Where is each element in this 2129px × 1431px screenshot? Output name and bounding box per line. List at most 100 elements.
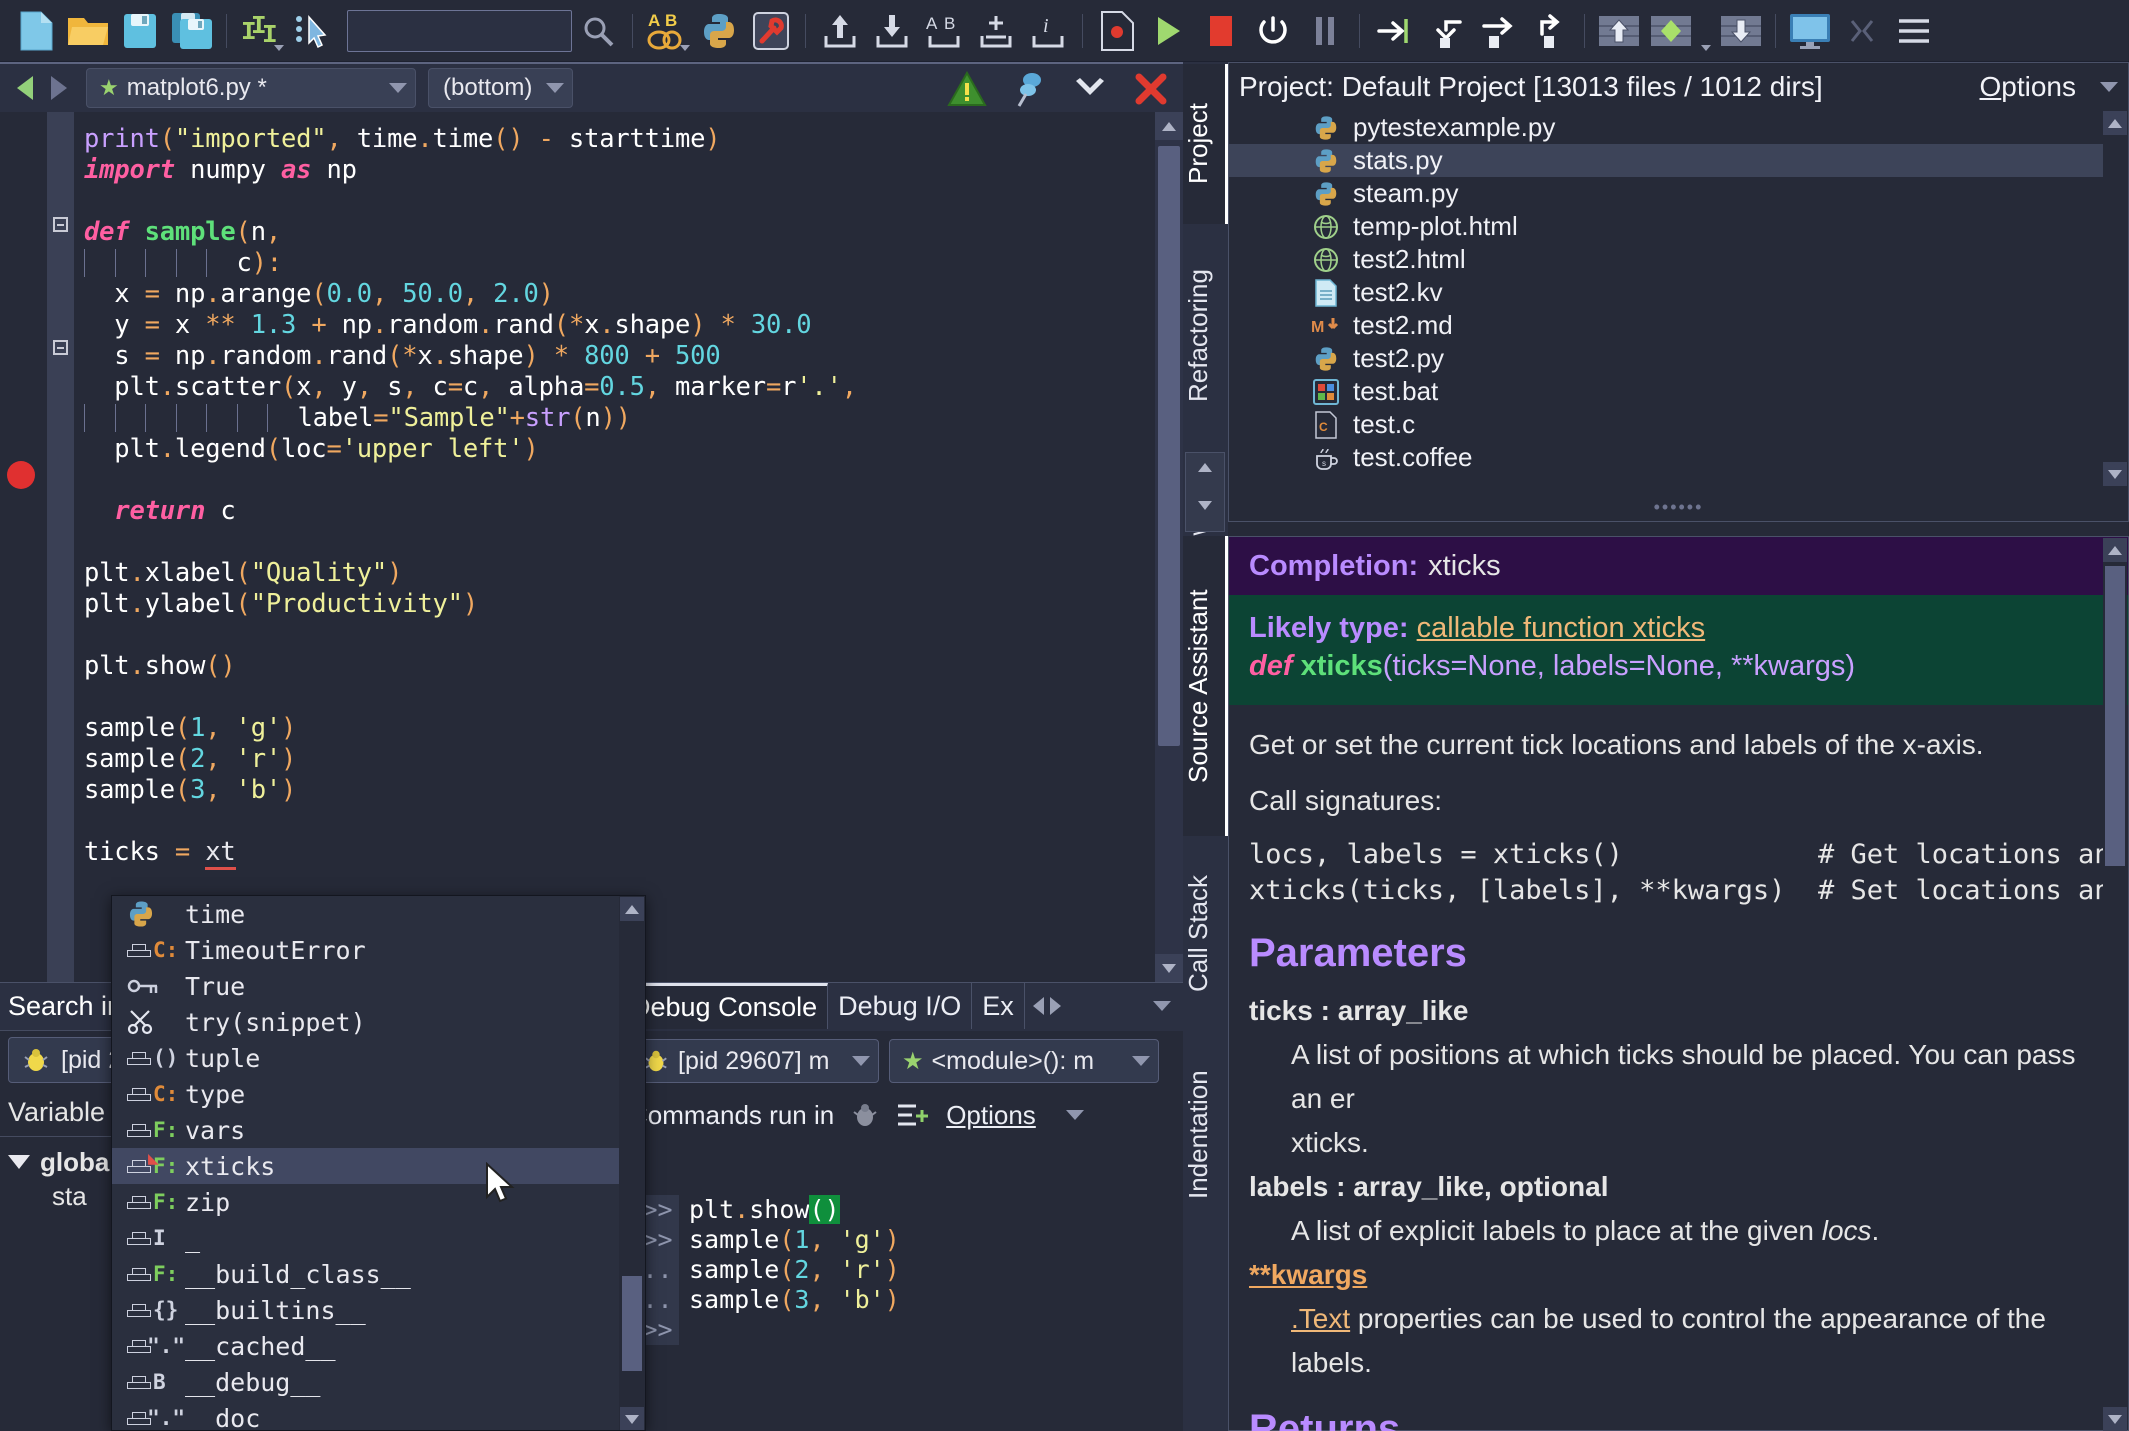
pin-icon[interactable] — [1013, 70, 1047, 108]
vtab-scroll-down-icon[interactable] — [1198, 501, 1212, 510]
add-tool-icon[interactable] — [970, 5, 1022, 57]
import-icon[interactable] — [866, 5, 918, 57]
autocomplete-item[interactable]: ◣ F: xticks — [112, 1148, 645, 1184]
breakpoint-marker[interactable] — [7, 461, 35, 489]
project-scrollbar[interactable] — [2103, 111, 2127, 486]
prev-tab-button[interactable] — [8, 71, 42, 105]
sa-scroll-down[interactable] — [2103, 1407, 2127, 1431]
fold-marker-def[interactable] — [53, 217, 68, 232]
autocomplete-list[interactable]: time C: TimeoutError True try(snippet)() tupl… — [112, 896, 645, 1430]
open-folder-icon[interactable] — [62, 5, 114, 57]
find-replace-icon[interactable]: AB — [641, 5, 693, 57]
pause-icon[interactable] — [1299, 5, 1351, 57]
autocomplete-scroll-down[interactable] — [620, 1407, 644, 1430]
stack-down-icon[interactable] — [1715, 5, 1767, 57]
autocomplete-item[interactable]: I _ — [112, 1220, 645, 1256]
tab-next-icon[interactable] — [1049, 997, 1061, 1015]
python-icon[interactable] — [693, 5, 745, 57]
editor-tab-matplot6[interactable]: ★ matplot6.py * — [86, 68, 416, 108]
autocomplete-item[interactable]: F: zip — [112, 1184, 645, 1220]
chevron-down-icon[interactable] — [1132, 1056, 1150, 1066]
goto-definition-icon[interactable] — [287, 5, 339, 57]
debug-options-label[interactable]: Options — [946, 1100, 1036, 1131]
fold-marker-scatter[interactable] — [53, 340, 68, 355]
autocomplete-item[interactable]: try(snippet) — [112, 1004, 645, 1040]
chevron-down-icon[interactable] — [2100, 82, 2118, 92]
project-scroll-up[interactable] — [2103, 111, 2127, 135]
close-icon[interactable] — [1133, 71, 1169, 107]
save-all-icon[interactable] — [166, 5, 218, 57]
chevron-down-icon[interactable] — [1065, 1110, 1084, 1120]
debug-tab-ex[interactable]: Ex — [972, 983, 1025, 1029]
project-options-label[interactable]: Options — [1980, 71, 2077, 103]
debug-bug-icon[interactable] — [850, 1100, 880, 1130]
stop-icon[interactable] — [1195, 5, 1247, 57]
debug-frame-combo[interactable]: ★ <module>(): m — [889, 1039, 1159, 1083]
console-output[interactable]: >>> plt.show() >>> sample(1, 'g')... sample(… — [621, 1195, 1184, 1431]
text-tool-icon[interactable]: AB — [918, 5, 970, 57]
panel-resize-grip[interactable]: •••••• — [1654, 497, 1704, 518]
project-file-row[interactable]: Mtest2.md — [1229, 309, 2104, 342]
chevron-down-icon-2[interactable] — [680, 44, 690, 51]
editor-gutter[interactable] — [0, 112, 47, 982]
restart-icon[interactable] — [1247, 5, 1299, 57]
chevron-down-icon[interactable] — [852, 1056, 870, 1066]
scroll-down-arrow[interactable] — [1155, 954, 1183, 982]
autocomplete-item[interactable]: time — [112, 896, 645, 932]
vtab-scroll-up-icon[interactable] — [1198, 463, 1212, 472]
autocomplete-popup[interactable]: time C: TimeoutError True try(snippet)() tupl… — [111, 895, 646, 1431]
project-scroll-down[interactable] — [2103, 462, 2127, 486]
warning-icon[interactable] — [947, 71, 987, 107]
menu-icon[interactable] — [1888, 5, 1940, 57]
display-icon[interactable] — [1784, 5, 1836, 57]
chevron-down-icon[interactable] — [1073, 77, 1107, 101]
info-tool-icon[interactable]: i — [1022, 5, 1074, 57]
chevron-down-icon-3[interactable] — [1701, 44, 1711, 51]
vtab-scroll-controls[interactable] — [1185, 452, 1225, 532]
project-options[interactable]: Options — [1980, 71, 2118, 103]
step-return-icon[interactable] — [1524, 5, 1576, 57]
autocomplete-item[interactable]: C: type — [112, 1076, 645, 1112]
search-input[interactable] — [347, 9, 572, 52]
project-file-row[interactable]: stats.py — [1229, 144, 2104, 177]
code-structure-icon[interactable]: III — [235, 5, 287, 57]
debug-tabbar-menu[interactable] — [1139, 983, 1183, 1029]
autocomplete-item[interactable]: F: vars — [112, 1112, 645, 1148]
debug-tab-debug-console[interactable]: Debug Console — [621, 983, 829, 1029]
search-magnifier-icon[interactable] — [572, 5, 624, 57]
step-over-icon[interactable] — [1472, 5, 1524, 57]
autocomplete-item[interactable]: True — [112, 968, 645, 1004]
editor-position-dropdown[interactable]: (bottom) — [428, 68, 574, 108]
step-over-down-icon[interactable] — [1420, 5, 1472, 57]
next-tab-button[interactable] — [42, 71, 76, 105]
export-icon[interactable] — [814, 5, 866, 57]
project-file-row[interactable]: pytestexample.py — [1229, 111, 2104, 144]
autocomplete-item[interactable]: "." __doc__ — [112, 1400, 645, 1430]
vtab-indentation[interactable]: Indentation — [1183, 1030, 1228, 1240]
scroll-thumb[interactable] — [1158, 146, 1180, 746]
project-file-row[interactable]: temp-plot.html — [1229, 210, 2104, 243]
autocomplete-item[interactable]: F: __build_class__ — [112, 1256, 645, 1292]
chevron-down-icon[interactable] — [546, 83, 565, 93]
breakpoint-file-icon[interactable] — [1091, 5, 1143, 57]
editor-vertical-scrollbar[interactable] — [1155, 112, 1183, 982]
debug-process-combo[interactable]: [pid 29607] m — [629, 1039, 879, 1083]
project-file-row[interactable]: steam.py — [1229, 177, 2104, 210]
project-file-row[interactable]: test.bat — [1229, 375, 2104, 408]
run-icon[interactable] — [1143, 5, 1195, 57]
chevron-down-icon[interactable] — [1153, 1001, 1171, 1011]
chevron-down-icon[interactable] — [274, 44, 284, 51]
vtab-call-stack[interactable]: Call Stack — [1183, 838, 1228, 1028]
vtab-refactoring[interactable]: Refactoring — [1183, 226, 1228, 446]
project-file-row[interactable]: test2.html — [1229, 243, 2104, 276]
tab-prev-icon[interactable] — [1032, 997, 1044, 1015]
scroll-up-arrow[interactable] — [1155, 112, 1183, 140]
autocomplete-item[interactable]: C: TimeoutError — [112, 932, 645, 968]
code-text[interactable]: print("imported", time.time() - starttim… — [74, 112, 1183, 982]
sa-scroll-thumb[interactable] — [2105, 566, 2125, 866]
project-file-tree[interactable]: pytestexample.py stats.py steam.py temp-plo… — [1229, 111, 2104, 486]
text-properties-link[interactable]: .Text — [1291, 1303, 1350, 1334]
debug-tab-debug-i-o[interactable]: Debug I/O — [828, 983, 973, 1029]
vtab-project[interactable]: Project — [1183, 64, 1228, 224]
project-file-row[interactable]: s test.coffee — [1229, 441, 2104, 474]
